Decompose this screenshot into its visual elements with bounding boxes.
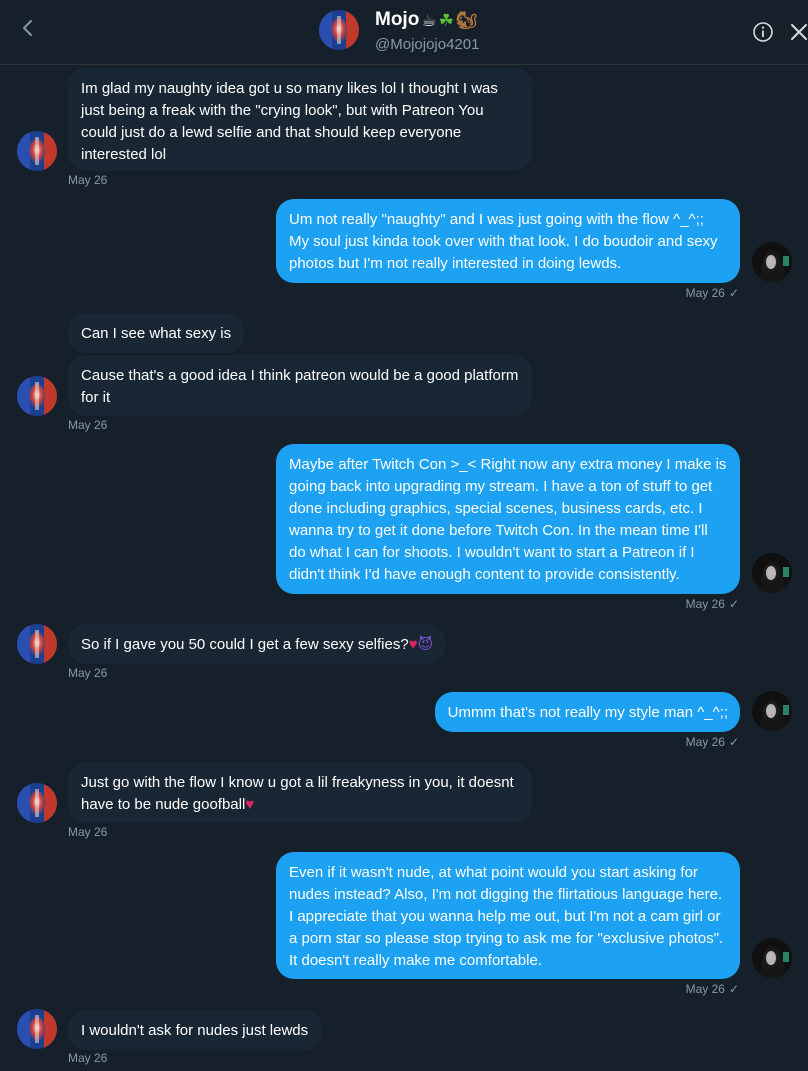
- back-arrow-icon[interactable]: [16, 16, 40, 40]
- heart-emoji-icon: ♥: [245, 796, 255, 813]
- chipmunk-emoji-icon: 🐿: [455, 10, 478, 30]
- contact-avatar[interactable]: [17, 1009, 57, 1049]
- message-timestamp: May 26 ✓: [685, 597, 739, 611]
- check-icon: ✓: [728, 597, 739, 611]
- incoming-message[interactable]: Cause that's a good idea I think patreon…: [68, 355, 532, 416]
- check-icon: ✓: [728, 735, 739, 749]
- shamrock-emoji-icon: ☘: [438, 10, 454, 30]
- check-icon: ✓: [728, 982, 739, 996]
- devil-emoji-icon: 😈: [417, 636, 434, 653]
- incoming-message[interactable]: Just go with the flow I know u got a lil…: [68, 762, 532, 823]
- message-timestamp: May 26: [68, 173, 108, 187]
- message-timestamp: May 26: [68, 666, 108, 680]
- message-timestamp: May 26 ✓: [685, 735, 739, 749]
- info-icon[interactable]: [752, 21, 774, 43]
- contact-avatar[interactable]: [17, 624, 57, 664]
- user-avatar[interactable]: [752, 691, 792, 731]
- incoming-message[interactable]: Im glad my naughty idea got u so many li…: [68, 68, 532, 171]
- message-timestamp: May 26: [68, 825, 108, 839]
- check-icon: ✓: [728, 286, 739, 300]
- contact-handle: @Mojojojo4201: [375, 36, 480, 53]
- close-icon[interactable]: [789, 22, 808, 42]
- message-timestamp: May 26: [68, 418, 108, 432]
- user-avatar[interactable]: [752, 242, 792, 282]
- coffee-emoji-icon: ☕: [421, 10, 437, 30]
- contact-avatar[interactable]: [17, 131, 57, 171]
- message-timestamp: May 26 ✓: [685, 286, 739, 300]
- user-avatar[interactable]: [752, 938, 792, 978]
- outgoing-message[interactable]: Even if it wasn't nude, at what point wo…: [276, 852, 740, 979]
- contact-avatar[interactable]: [17, 376, 57, 416]
- user-avatar[interactable]: [752, 553, 792, 593]
- incoming-message[interactable]: I wouldn't ask for nudes just lewds: [68, 1010, 323, 1050]
- incoming-message[interactable]: So if I gave you 50 could I get a few se…: [68, 624, 446, 664]
- contact-avatar[interactable]: [319, 10, 359, 50]
- incoming-message[interactable]: Can I see what sexy is: [68, 313, 245, 353]
- contact-name: Mojo ☕ ☘ 🐿: [375, 9, 478, 30]
- contact-avatar[interactable]: [17, 783, 57, 823]
- outgoing-message[interactable]: Maybe after Twitch Con >_< Right now any…: [276, 444, 740, 594]
- conversation-header: Mojo ☕ ☘ 🐿 @Mojojojo4201: [0, 0, 808, 65]
- heart-emoji-icon: ♥: [408, 636, 418, 653]
- outgoing-message[interactable]: Um not really "naughty" and I was just g…: [276, 199, 740, 283]
- message-timestamp: May 26: [68, 1051, 108, 1065]
- outgoing-message[interactable]: Ummm that's not really my style man ^_^;…: [434, 692, 740, 732]
- message-timestamp: May 26 ✓: [685, 982, 739, 996]
